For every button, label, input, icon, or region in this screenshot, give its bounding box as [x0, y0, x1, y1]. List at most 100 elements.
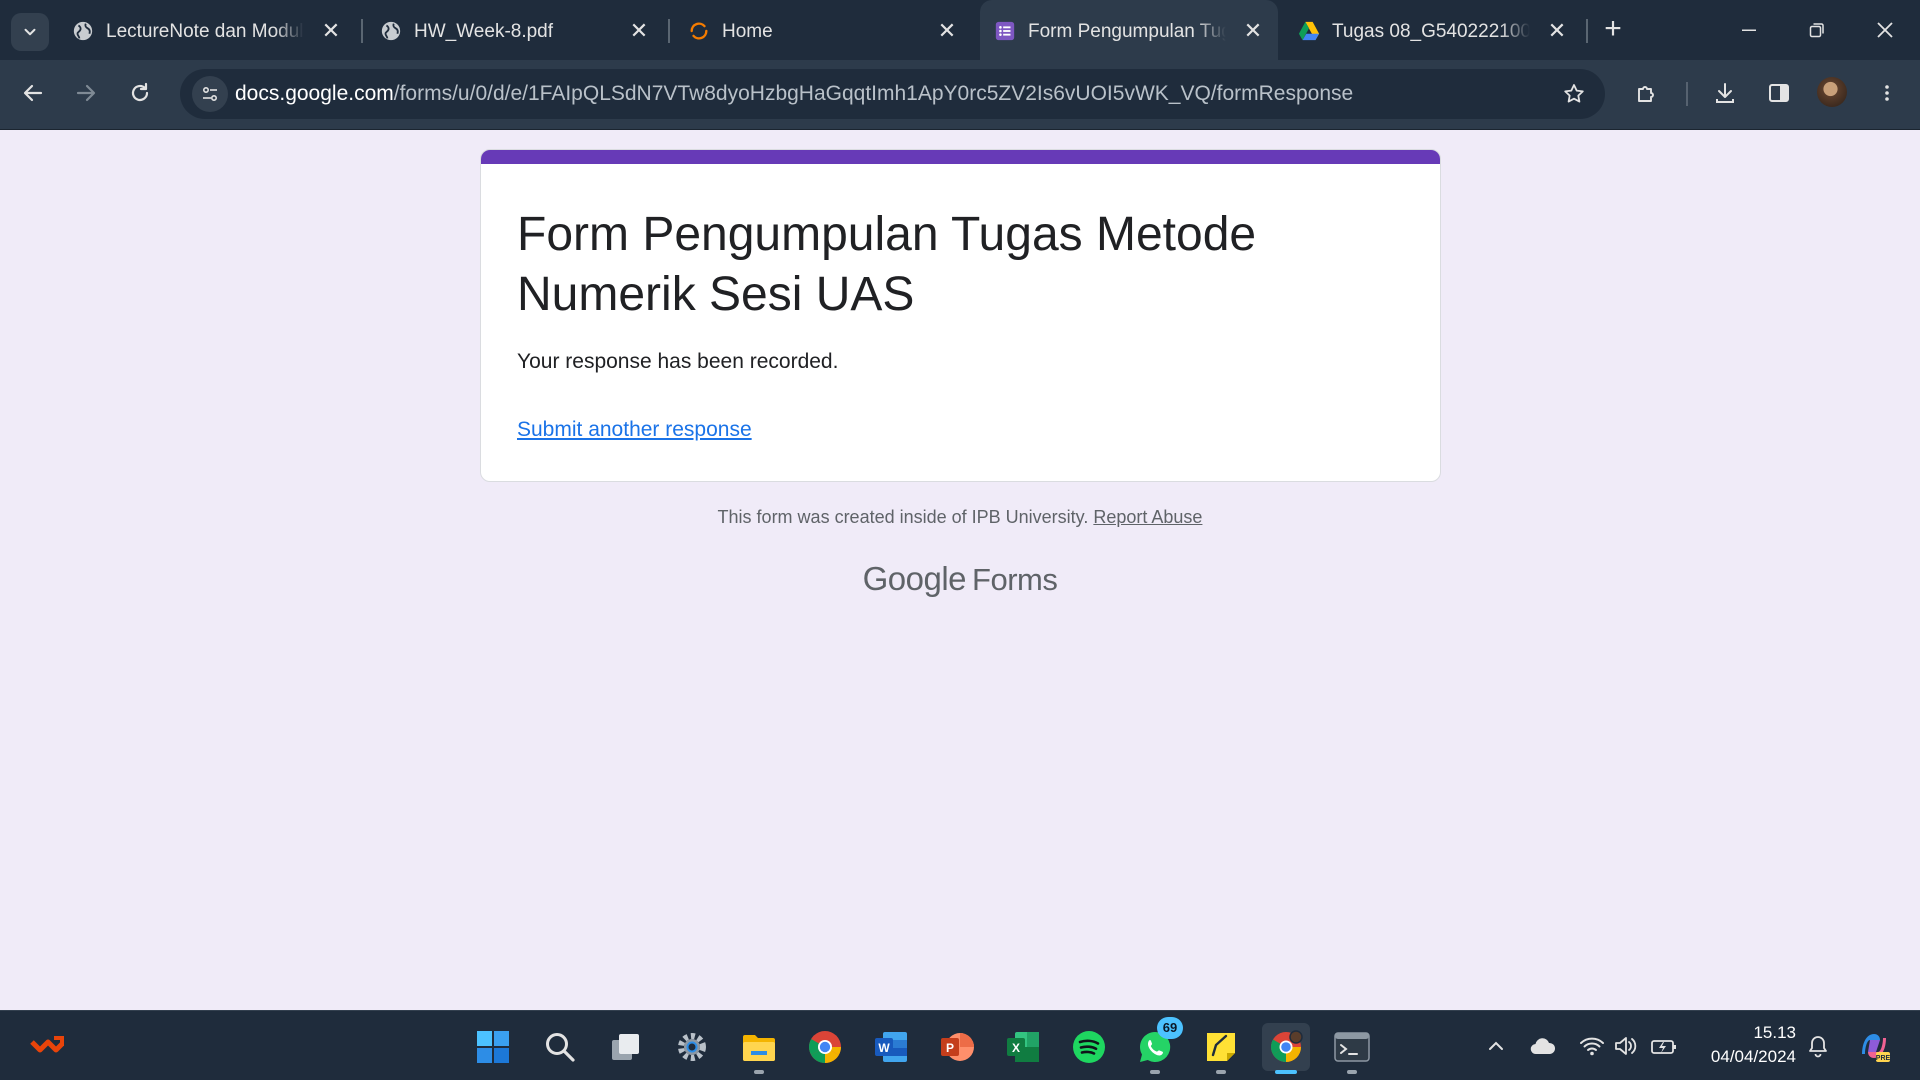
word-app[interactable]: W — [867, 1023, 915, 1071]
logo-forms-word: Forms — [972, 562, 1058, 597]
whatsapp-app[interactable]: 69 — [1131, 1017, 1183, 1074]
terminal-app[interactable] — [1328, 1023, 1376, 1074]
onedrive-tray[interactable] — [1528, 1031, 1558, 1061]
close-icon — [1877, 22, 1893, 38]
volume-tray[interactable] — [1611, 1031, 1641, 1061]
close-icon[interactable]: ✕ — [1240, 18, 1266, 44]
address-bar[interactable]: docs.google.com/forms/u/0/d/e/1FAIpQLSdN… — [180, 69, 1605, 119]
start-icon — [477, 1031, 509, 1063]
spotify-app[interactable] — [1065, 1023, 1113, 1071]
restore-icon — [1809, 23, 1824, 38]
new-tab-button[interactable]: + — [1597, 14, 1629, 46]
toolbar-divider — [1686, 82, 1688, 106]
url-text[interactable]: docs.google.com/forms/u/0/d/e/1FAIpQLSdN… — [235, 81, 1353, 107]
copilot-icon: PRE — [1862, 1034, 1891, 1062]
close-icon[interactable]: ✕ — [1544, 18, 1570, 44]
created-inside-text: This form was created inside of IPB Univ… — [717, 507, 1089, 527]
wifi-tray[interactable] — [1577, 1031, 1607, 1061]
side-panel-icon — [1769, 84, 1789, 102]
widgets-button[interactable] — [24, 1023, 72, 1071]
tab-form-pengumpulan[interactable]: Form Pengumpulan Tuga ✕ — [980, 0, 1278, 60]
tab-home[interactable]: Home ✕ — [674, 0, 972, 60]
form-footer: This form was created inside of IPB Univ… — [0, 507, 1920, 528]
reload-icon — [131, 82, 149, 102]
report-abuse-link[interactable]: Report Abuse — [1093, 507, 1202, 527]
running-indicator — [1347, 1070, 1357, 1074]
card-accent-bar — [481, 150, 1440, 164]
svg-text:P: P — [946, 1041, 954, 1055]
battery-tray[interactable] — [1649, 1031, 1679, 1061]
task-view-button[interactable] — [602, 1023, 650, 1071]
svg-text:PRE: PRE — [1876, 1055, 1891, 1062]
loading-spinner-icon — [688, 20, 710, 42]
bell-icon — [1809, 1036, 1827, 1058]
extensions-button[interactable] — [1627, 73, 1667, 113]
svg-text:X: X — [1012, 1041, 1020, 1055]
chevron-up-icon — [1489, 1041, 1503, 1050]
profile-avatar[interactable] — [1817, 77, 1847, 107]
task-view-icon — [612, 1034, 639, 1060]
tab-title: Form Pengumpulan Tuga — [1028, 21, 1226, 42]
chrome-profile-app[interactable] — [1262, 1023, 1310, 1074]
battery-charging-icon — [1651, 1040, 1676, 1054]
notifications-button[interactable] — [1803, 1031, 1833, 1061]
submit-another-link[interactable]: Submit another response — [517, 418, 752, 442]
powerpoint-icon: P — [941, 1033, 974, 1061]
chrome-app[interactable] — [801, 1023, 849, 1071]
forward-button[interactable] — [66, 73, 106, 113]
clock[interactable]: 15.13 04/04/2024 — [1696, 1021, 1796, 1069]
running-indicator — [1216, 1070, 1226, 1074]
tab-strip: LectureNote dan Modul P ✕ HW_Week-8.pdf … — [0, 0, 1920, 60]
sticky-notes-icon — [1207, 1033, 1235, 1061]
browser-toolbar: docs.google.com/forms/u/0/d/e/1FAIpQLSdN… — [0, 60, 1920, 130]
arrow-right-icon — [76, 84, 96, 102]
minimize-icon — [1742, 29, 1756, 31]
site-settings-icon[interactable] — [192, 76, 228, 112]
show-hidden-icons-button[interactable] — [1481, 1031, 1511, 1061]
start-button[interactable] — [469, 1023, 517, 1071]
menu-button[interactable] — [1867, 73, 1907, 113]
side-panel-button[interactable] — [1759, 73, 1799, 113]
puzzle-icon — [1638, 86, 1654, 102]
widgets-logo-icon — [30, 1036, 64, 1053]
settings-app[interactable] — [668, 1023, 716, 1071]
tab-lecturenote[interactable]: LectureNote dan Modul P ✕ — [58, 0, 356, 60]
tab-tugas-08[interactable]: Tugas 08_G5402221003_ ✕ — [1284, 0, 1582, 60]
tab-title: HW_Week-8.pdf — [414, 21, 554, 42]
close-icon[interactable]: ✕ — [934, 18, 960, 44]
back-button[interactable] — [13, 73, 53, 113]
sticky-notes-app[interactable] — [1197, 1023, 1245, 1074]
downloads-button[interactable] — [1705, 73, 1745, 113]
tab-hw-week-8[interactable]: HW_Week-8.pdf ✕ — [366, 0, 664, 60]
taskbar: W P X 69 15.13 04/04/2024 PRE — [0, 1010, 1920, 1080]
logo-google-word: Google — [862, 560, 967, 597]
url-path: /forms/u/0/d/e/1FAIpQLSdN7VTw8dyoHzbgHaG… — [393, 82, 1354, 105]
tab-search-button[interactable] — [11, 13, 49, 51]
spotify-icon — [1073, 1031, 1105, 1063]
powerpoint-app[interactable]: P — [933, 1023, 981, 1071]
cloud-icon — [1530, 1038, 1556, 1055]
close-window-button[interactable] — [1865, 12, 1905, 48]
reload-button[interactable] — [120, 73, 160, 113]
close-icon[interactable]: ✕ — [626, 18, 652, 44]
tab-title: Home — [722, 21, 773, 42]
arrow-left-icon — [23, 84, 43, 102]
restore-button[interactable] — [1797, 12, 1837, 48]
terminal-icon — [1334, 1032, 1370, 1062]
bookmark-star-icon[interactable] — [1561, 81, 1587, 107]
running-indicator — [1150, 1070, 1160, 1074]
copilot-button[interactable]: PRE — [1855, 1027, 1893, 1065]
chevron-down-icon — [24, 28, 36, 36]
settings-icon — [678, 1033, 706, 1061]
file-explorer-icon — [743, 1035, 775, 1061]
chrome-profile-icon — [1270, 1030, 1303, 1062]
google-forms-logo[interactable]: Google Forms — [0, 560, 1920, 598]
excel-app[interactable]: X — [999, 1023, 1047, 1071]
minimize-button[interactable] — [1729, 12, 1769, 48]
search-button[interactable] — [536, 1023, 584, 1071]
file-explorer-app[interactable] — [735, 1023, 783, 1074]
word-icon: W — [875, 1032, 907, 1062]
close-icon[interactable]: ✕ — [318, 18, 344, 44]
tab-separator — [1586, 19, 1588, 43]
url-host: docs.google.com — [235, 82, 394, 105]
